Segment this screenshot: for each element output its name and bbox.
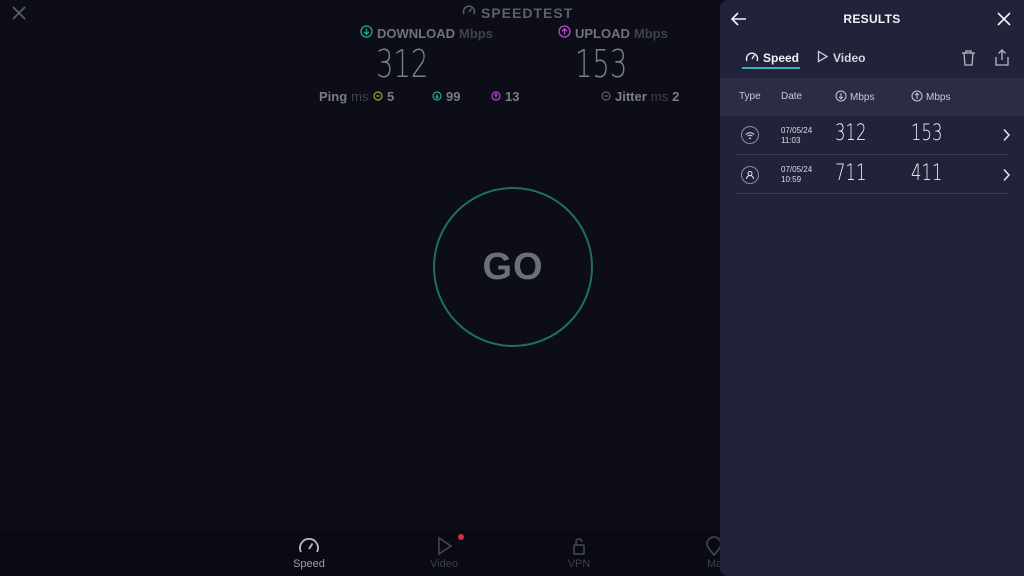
upload-unit: Mbps [633,25,668,41]
column-type: Type [739,91,761,102]
ping-unit: ms [351,89,369,104]
results-title: RESULTS [843,12,901,26]
nav-label-video: Video [430,558,458,570]
nav-label-vpn: VPN [567,558,591,570]
column-date: Date [781,91,803,102]
ping-label: Ping [319,89,348,104]
upload-header: UPLOAD Mbps [558,25,668,41]
nav-label-speed: Speed [293,558,325,570]
download-unit: Mbps [459,25,493,41]
result-row[interactable]: 07/05/24 10:59 711 411 [720,155,1024,193]
idle-ping-icon [373,89,383,104]
chevron-right-icon[interactable] [1002,128,1011,147]
download-header: DOWNLOAD Mbps [360,25,493,41]
tab-speed[interactable]: Speed [745,50,799,66]
gauge-icon [745,50,759,66]
trash-icon[interactable] [960,49,977,72]
chevron-right-icon[interactable] [1002,168,1011,187]
results-table-header: Type Date Mbps Mbps [720,78,1024,116]
nav-item-vpn[interactable]: VPN [549,536,609,570]
result-date: 07/05/24 10:59 [781,165,812,185]
jitter-icon [601,89,611,104]
result-download: 711 [835,161,867,186]
speedtest-main-screen: SPEEDTEST DOWNLOAD Mbps 312 UPLOAD Mbps … [0,0,720,576]
tab-speed-label: Speed [763,51,800,65]
play-icon [816,50,829,66]
result-date: 07/05/24 11:03 [781,126,812,146]
close-icon[interactable] [10,4,30,24]
download-value: 312 [376,42,429,86]
upload-ping-icon [491,89,501,104]
tab-speed-underline [742,67,800,69]
ping-idle: 5 [373,89,394,104]
ping-upload: 13 [491,89,519,104]
go-label: GO [482,245,544,288]
jitter-group: Jitter ms 2 [601,89,679,104]
bottom-nav: Speed Video VPN Ma [0,530,720,576]
ping-upload-value: 13 [505,89,520,104]
results-panel: RESULTS Speed Video Type Date Mbps Mbps … [720,0,1024,576]
user-icon [741,166,759,184]
download-label: DOWNLOAD [377,25,455,41]
wifi-icon [741,126,759,144]
tab-video[interactable]: Video [816,50,865,66]
ping-download: 99 [432,89,460,104]
upload-arrow-icon [558,25,571,41]
share-icon[interactable] [993,48,1011,72]
nav-label-map: Ma [707,558,720,570]
column-download-unit: Mbps [850,92,875,103]
column-upload-unit: Mbps [926,92,951,103]
result-row[interactable]: 07/05/24 11:03 312 153 [720,116,1024,154]
lock-icon [549,536,609,556]
upload-value: 153 [575,42,628,86]
result-date-day: 07/05/24 [781,165,813,174]
jitter-label: Jitter [615,89,647,104]
ping-label-group: Ping ms [319,89,369,104]
column-upload: Mbps [911,90,950,105]
nav-item-video[interactable]: Video [414,534,474,570]
result-date-day: 07/05/24 [781,126,813,135]
download-arrow-icon [360,25,373,41]
result-upload: 153 [911,121,943,146]
row-divider [736,193,1008,194]
upload-label: UPLOAD [575,25,630,41]
gauge-icon [279,536,339,556]
ping-idle-value: 5 [387,89,395,104]
result-date-time: 10:59 [781,175,802,184]
column-download: Mbps [835,90,874,105]
result-download: 312 [835,121,867,146]
brand-label: SPEEDTEST [481,4,574,21]
ping-download-value: 99 [446,89,461,104]
gauge-icon [462,4,476,21]
download-arrow-icon [835,90,847,105]
download-ping-icon [432,89,442,104]
nav-item-speed[interactable]: Speed [279,536,339,570]
notification-dot [458,534,464,540]
tab-video-label: Video [833,51,866,65]
result-date-time: 11:03 [781,136,801,145]
close-icon[interactable] [996,11,1012,32]
go-button[interactable]: GO [433,187,593,347]
jitter-unit: ms [650,89,669,104]
upload-arrow-icon [911,90,923,105]
map-pin-icon [684,536,720,556]
nav-item-map[interactable]: Ma [684,536,720,570]
jitter-value: 2 [672,89,680,104]
result-upload: 411 [911,161,943,186]
app-brand: SPEEDTEST [462,4,573,21]
play-icon [414,536,474,556]
